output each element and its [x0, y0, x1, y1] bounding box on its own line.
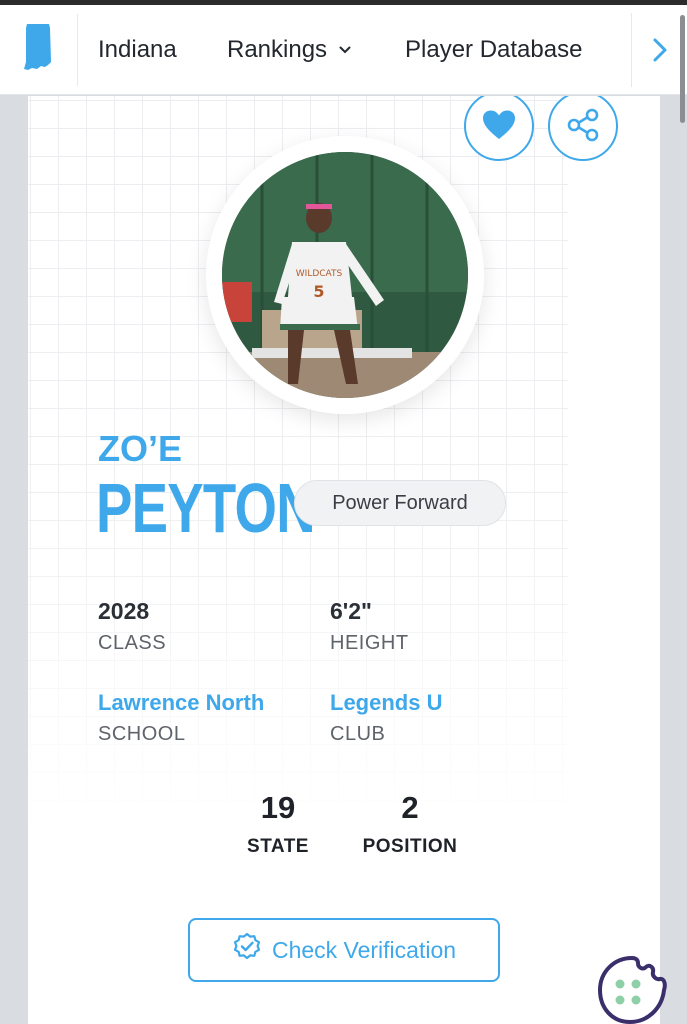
check-verification-label: Check Verification: [271, 936, 457, 963]
nav-player-database[interactable]: Player Database: [405, 5, 582, 95]
height-label: HEIGHT: [330, 632, 409, 654]
share-button[interactable]: [548, 96, 618, 161]
school-link[interactable]: Lawrence North: [98, 690, 264, 716]
nav-rankings-label: Rankings: [227, 35, 328, 63]
svg-text:WILDCATS: WILDCATS: [296, 269, 343, 279]
club-label: CLUB: [330, 723, 386, 745]
chevron-down-icon: [339, 46, 351, 54]
nav-divider: [631, 13, 632, 87]
player-profile-card: WILDCATS 5 ZO’E PEYTON Power Forward 202…: [28, 96, 660, 1024]
cookie-settings-button[interactable]: [596, 954, 668, 1024]
player-last-name: PEYTON: [96, 469, 316, 547]
scrollbar-thumb[interactable]: [680, 15, 685, 123]
player-photo: WILDCATS 5: [222, 152, 468, 398]
height-value: 6'2": [330, 598, 372, 624]
check-verification-button[interactable]: Check Verification: [188, 918, 500, 982]
state-rank-value: 19: [260, 790, 296, 825]
svg-text:5: 5: [313, 282, 324, 301]
chevron-right-icon[interactable]: [648, 33, 672, 67]
position-rank-label: POSITION: [362, 836, 458, 857]
top-navbar: Indiana Rankings Player Database: [0, 5, 687, 123]
position-badge: Power Forward: [294, 480, 506, 526]
position-rank-value: 2: [401, 790, 419, 825]
site-logo[interactable]: [0, 13, 78, 86]
club-link[interactable]: Legends U: [330, 690, 442, 716]
nav-rankings-dropdown[interactable]: Rankings: [227, 5, 351, 95]
cookie-icon: [596, 956, 668, 1024]
school-label: SCHOOL: [98, 723, 186, 745]
class-value: 2028: [98, 598, 150, 624]
class-label: CLASS: [98, 632, 167, 654]
state-rank-label: STATE: [247, 836, 309, 857]
player-first-name: ZO’E: [98, 428, 183, 469]
share-icon: [565, 107, 601, 146]
avatar-frame: WILDCATS 5: [206, 136, 484, 414]
indiana-state-icon: [23, 22, 55, 77]
heart-icon: [481, 109, 517, 144]
verified-badge-icon: [232, 932, 262, 968]
nav-indiana[interactable]: Indiana: [98, 5, 177, 95]
